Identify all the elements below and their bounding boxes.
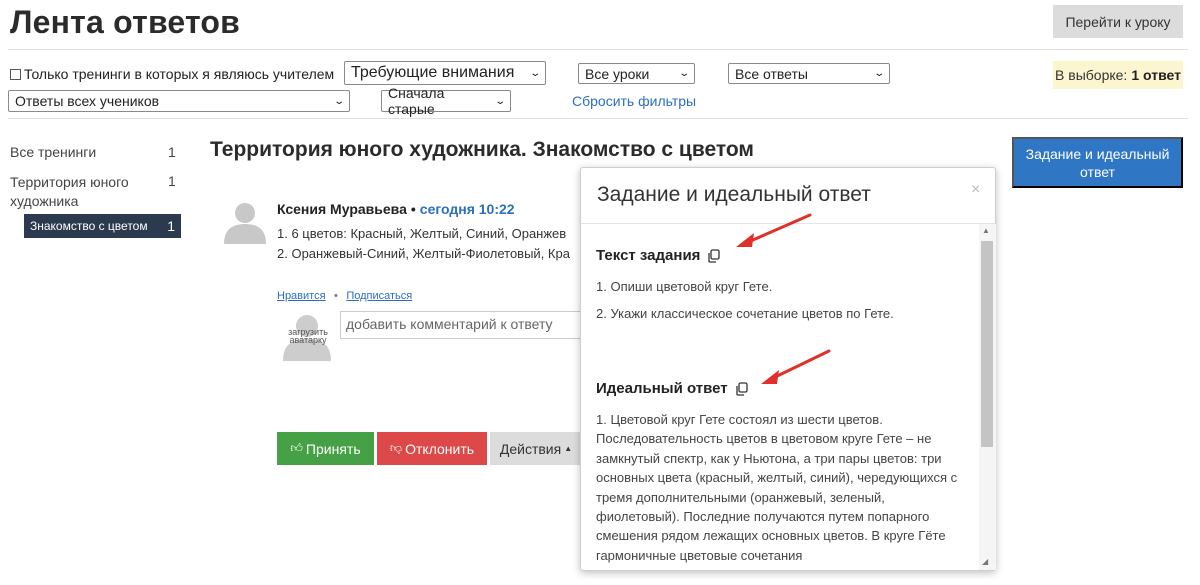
ideal-answer-text: 1. Цветовой круг Гете состоял из шести ц… — [596, 412, 958, 563]
avatar-icon — [224, 203, 266, 244]
upload-avatar-label[interactable]: загрузить аватарку — [283, 328, 333, 345]
filters-divider — [8, 118, 1188, 119]
answer-text-line: 1. 6 цветов: Красный, Желтый, Синий, Ора… — [277, 226, 567, 241]
order-select-value: Сначала старые — [388, 85, 445, 117]
scroll-up-icon[interactable]: ▲ — [982, 226, 990, 235]
like-link[interactable]: Нравится — [277, 290, 326, 302]
actions-button[interactable]: Действия ▲ — [490, 432, 582, 465]
reject-label: Отклонить — [405, 440, 475, 457]
page-title: Лента ответов — [10, 4, 241, 40]
reset-filters-link[interactable]: Сбросить фильтры — [572, 93, 696, 109]
chevron-down-icon: ⌄ — [677, 68, 690, 79]
sidebar-item-lesson-active[interactable]: Знакомство с цветом 1 — [24, 214, 181, 238]
chevron-down-icon: ⌄ — [332, 95, 345, 107]
header-divider — [8, 49, 1188, 50]
teacher-only-filter[interactable]: Только тренинги в которых я являюсь учит… — [10, 66, 334, 82]
goto-lesson-button[interactable]: Перейти к уроку — [1053, 5, 1183, 38]
scrollbar-thumb[interactable] — [981, 241, 993, 447]
selection-count: В выборке: 1 ответ — [1053, 61, 1183, 89]
task-ideal-answer-button[interactable]: Задание и идеальный ответ — [1012, 137, 1183, 188]
answers-select-value: Все ответы — [735, 65, 808, 82]
caret-up-icon: ▲ — [564, 444, 573, 453]
modal-title: Задание и идеальный ответ — [597, 183, 871, 206]
annotation-arrow-icon — [736, 213, 812, 247]
sidebar-item-label: Территория юного — [10, 174, 129, 190]
sidebar-count: 1 — [168, 173, 176, 189]
answers-select[interactable]: Все ответы ⌄ — [728, 63, 890, 84]
sidebar-item-label: Знакомство с цветом — [30, 219, 148, 233]
answer-text-line: 2. Оранжевый-Синий, Желтый-Фиолетовый, К… — [277, 246, 570, 261]
task-heading: Текст задания — [596, 247, 721, 264]
sidebar-count: 1 — [167, 218, 175, 234]
copy-icon[interactable] — [707, 248, 721, 263]
status-select-value: Требующие внимания — [351, 64, 515, 81]
ideal-heading: Идеальный ответ — [596, 380, 749, 397]
chevron-down-icon: ⌄ — [493, 95, 506, 107]
status-select[interactable]: Требующие внимания ⌄ — [344, 61, 546, 85]
accept-button[interactable]: 👍︎ Принять — [277, 432, 374, 465]
meta-separator: • — [410, 201, 416, 217]
sidebar-item-label: художника — [10, 193, 79, 209]
link-separator: • — [334, 290, 338, 302]
task-line: 2. Укажи классическое сочетание цветов п… — [596, 306, 894, 321]
sidebar-item-training[interactable]: Территория юного художника — [10, 173, 129, 211]
task-line: 1. Опиши цветовой круг Гете. — [596, 279, 773, 294]
training-title: Территория юного художника. Знакомство с… — [210, 138, 754, 161]
sidebar-item-all[interactable]: Все тренинги — [10, 144, 96, 160]
teacher-only-checkbox[interactable] — [10, 68, 21, 80]
chevron-down-icon: ⌄ — [872, 68, 885, 79]
students-select[interactable]: Ответы всех учеников ⌄ — [8, 90, 350, 112]
close-icon[interactable]: × — [971, 181, 980, 199]
thumbs-down-icon: 👎︎ — [389, 441, 403, 455]
author-name[interactable]: Ксения Муравьева — [277, 201, 407, 217]
thumbs-up-icon: 👍︎ — [290, 441, 303, 455]
reject-button[interactable]: 👎︎ Отклонить — [377, 432, 487, 465]
answer-meta: Ксения Муравьева • сегодня 10:22 — [277, 201, 515, 217]
answer-time[interactable]: сегодня 10:22 — [420, 201, 515, 217]
task-heading-text: Текст задания — [596, 247, 701, 264]
chevron-down-icon: ⌄ — [528, 67, 541, 79]
students-select-value: Ответы всех учеников — [15, 93, 160, 109]
copy-icon[interactable] — [735, 381, 749, 396]
upload-avatar-text: аватарку — [289, 335, 327, 345]
selection-count-label: В выборке: — [1055, 67, 1128, 83]
subscribe-link[interactable]: Подписаться — [346, 290, 412, 302]
ideal-heading-text: Идеальный ответ — [596, 380, 728, 397]
selection-count-value: 1 ответ — [1131, 67, 1181, 83]
resize-handle-icon[interactable]: ◢ — [982, 557, 988, 566]
order-select[interactable]: Сначала старые ⌄ — [381, 85, 511, 117]
sidebar-count: 1 — [168, 144, 176, 160]
modal-body[interactable]: Текст задания 1. Опиши цветовой круг Гет… — [581, 224, 979, 570]
accept-label: Принять — [305, 440, 361, 457]
comment-input[interactable]: добавить комментарий к ответу — [340, 311, 585, 339]
answer-links: Нравится • Подписаться — [277, 286, 412, 304]
lessons-select[interactable]: Все уроки ⌄ — [578, 63, 695, 84]
actions-label: Действия — [499, 440, 562, 457]
teacher-only-label: Только тренинги в которых я являюсь учит… — [24, 66, 335, 82]
lessons-select-value: Все уроки — [585, 65, 650, 82]
annotation-arrow-icon — [761, 349, 831, 384]
